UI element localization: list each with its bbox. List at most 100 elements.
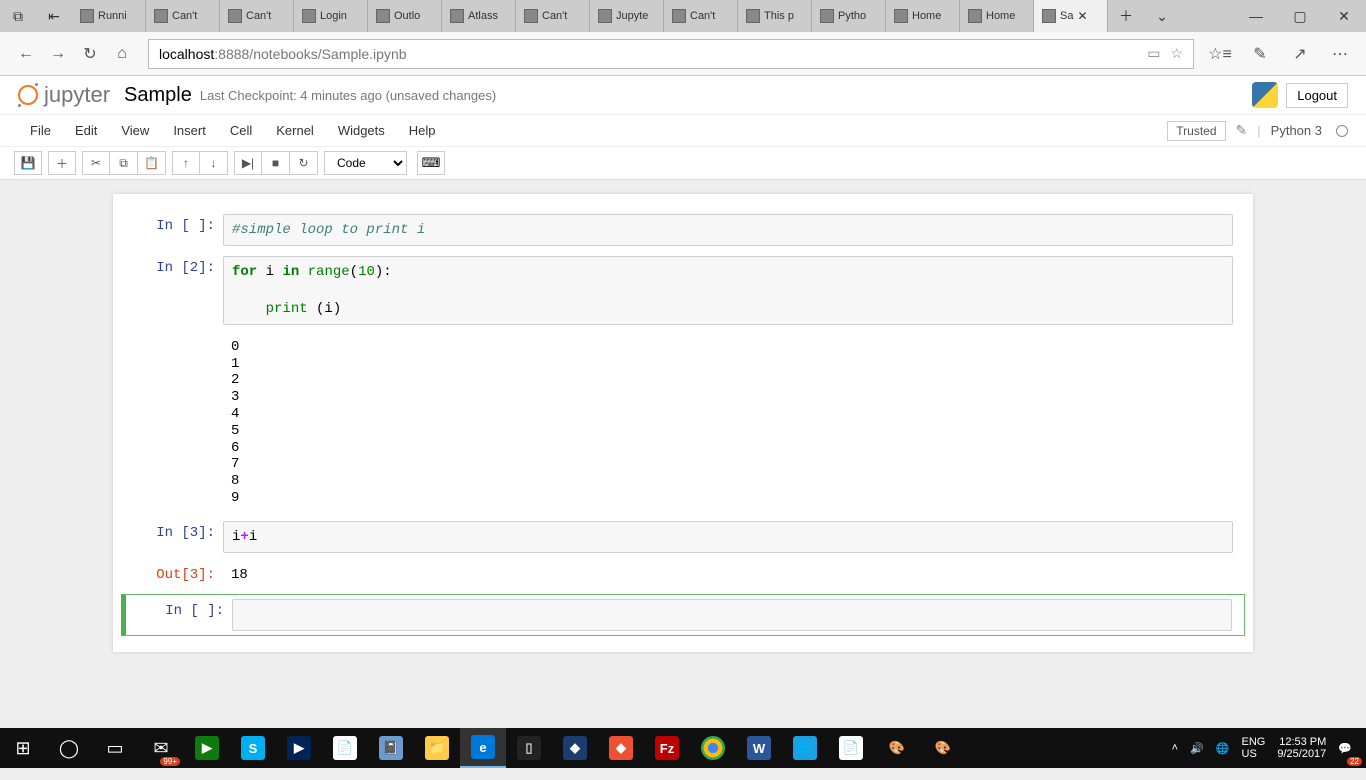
cut-button[interactable]: ✂ xyxy=(82,151,110,175)
refresh-button[interactable]: ↻ xyxy=(74,38,106,70)
save-button[interactable]: 💾 xyxy=(14,151,42,175)
close-window-button[interactable]: ✕ xyxy=(1322,0,1366,32)
file-explorer-icon[interactable]: 📁 xyxy=(414,728,460,768)
browser-tab[interactable]: Atlass xyxy=(442,0,516,32)
browser-tab[interactable]: Outlo xyxy=(368,0,442,32)
taskbar-app-1[interactable]: ▶ xyxy=(184,728,230,768)
notebook-cell[interactable]: In [ ]:#simple loop to print i xyxy=(113,210,1253,250)
taskbar-app-3[interactable]: 📄 xyxy=(828,728,874,768)
favorite-icon[interactable]: ☆ xyxy=(1170,45,1183,62)
browser-tab-strip: ⧉ ⇤ RunniCan'tCan'tLoginOutloAtlassCan't… xyxy=(0,0,1366,32)
network-icon[interactable]: 🌐 xyxy=(1210,742,1236,755)
add-cell-button[interactable]: ＋ xyxy=(48,151,76,175)
browser-tab[interactable]: Pytho xyxy=(812,0,886,32)
edit-metadata-icon[interactable]: ✎ xyxy=(1236,122,1248,139)
chrome-icon[interactable] xyxy=(690,728,736,768)
menu-cell[interactable]: Cell xyxy=(218,119,264,142)
show-hidden-icons[interactable]: ˄ xyxy=(1166,742,1184,754)
task-view-button[interactable]: ▭ xyxy=(92,728,138,768)
jupyter-logo-text: jupyter xyxy=(44,82,110,108)
run-button[interactable]: ▶| xyxy=(234,151,262,175)
home-button[interactable]: ⌂ xyxy=(106,38,138,70)
cortana-button[interactable]: ◯ xyxy=(46,728,92,768)
notebook-scroll-area[interactable]: In [ ]:#simple loop to print iIn [2]:for… xyxy=(0,180,1366,780)
mail-app-icon[interactable]: ✉99+ xyxy=(138,728,184,768)
copy-button[interactable]: ⧉ xyxy=(110,151,138,175)
input-prompt: In [ ]: xyxy=(132,599,232,631)
virtualbox-icon[interactable]: ◆ xyxy=(552,728,598,768)
browser-tab[interactable]: Can't xyxy=(220,0,294,32)
logout-button[interactable]: Logout xyxy=(1286,83,1348,108)
kernel-name[interactable]: Python 3 xyxy=(1271,123,1322,138)
stop-button[interactable]: ■ xyxy=(262,151,290,175)
back-button[interactable]: ← xyxy=(10,38,42,70)
kernel-indicator-icon xyxy=(1336,125,1348,137)
code-input[interactable] xyxy=(232,599,1232,631)
move-up-button[interactable]: ↑ xyxy=(172,151,200,175)
git-icon[interactable]: ◆ xyxy=(598,728,644,768)
tab-set-aside-icon[interactable]: ⇤ xyxy=(36,0,72,32)
sticky-notes-icon[interactable]: 📓 xyxy=(368,728,414,768)
notebook-cell[interactable]: In [3]:i+i xyxy=(113,517,1253,557)
browser-tab[interactable]: Can't xyxy=(664,0,738,32)
terminal-icon[interactable]: ▯ xyxy=(506,728,552,768)
close-tab-icon[interactable]: ✕ xyxy=(1077,9,1087,23)
menu-kernel[interactable]: Kernel xyxy=(264,119,326,142)
new-tab-button[interactable]: ＋ xyxy=(1108,0,1144,32)
code-input[interactable]: for i in range(10): print (i) xyxy=(223,256,1233,325)
notebook-title[interactable]: Sample xyxy=(124,84,192,107)
trusted-indicator[interactable]: Trusted xyxy=(1167,121,1225,141)
menu-edit[interactable]: Edit xyxy=(63,119,109,142)
taskbar-app-2[interactable]: 🌐 xyxy=(782,728,828,768)
jupyter-logo[interactable]: jupyter xyxy=(18,82,110,108)
browser-tab[interactable]: Login xyxy=(294,0,368,32)
move-down-button[interactable]: ↓ xyxy=(200,151,228,175)
browser-tab[interactable]: Sa✕ xyxy=(1034,0,1108,32)
clock[interactable]: 12:53 PM9/25/2017 xyxy=(1271,736,1332,760)
code-input[interactable]: i+i xyxy=(223,521,1233,553)
browser-tab[interactable]: Jupyte xyxy=(590,0,664,32)
skype-icon[interactable]: S xyxy=(230,728,276,768)
paste-button[interactable]: 📋 xyxy=(138,151,166,175)
notebook-cell[interactable]: In [ ]: xyxy=(121,594,1245,636)
notes-icon[interactable]: ✎ xyxy=(1244,38,1276,70)
filezilla-icon[interactable]: Fz xyxy=(644,728,690,768)
more-icon[interactable]: ⋯ xyxy=(1324,38,1356,70)
paint-icon[interactable]: 🎨 xyxy=(874,728,920,768)
menu-file[interactable]: File xyxy=(18,119,63,142)
tab-actions-icon[interactable]: ⧉ xyxy=(0,0,36,32)
command-palette-button[interactable]: ⌨ xyxy=(417,151,445,175)
word-icon[interactable]: W xyxy=(736,728,782,768)
forward-button[interactable]: → xyxy=(42,38,74,70)
start-button[interactable]: ⊞ xyxy=(0,728,46,768)
tab-dropdown-icon[interactable]: ⌄ xyxy=(1144,0,1180,32)
notepad-icon[interactable]: 📄 xyxy=(322,728,368,768)
cell-type-select[interactable]: Code xyxy=(324,151,407,175)
reading-view-icon[interactable]: ▭ xyxy=(1147,45,1160,62)
browser-tab[interactable]: Can't xyxy=(516,0,590,32)
minimize-button[interactable]: — xyxy=(1234,0,1278,32)
action-center-icon[interactable]: 💬22 xyxy=(1332,742,1358,755)
input-prompt: In [ ]: xyxy=(123,214,223,246)
browser-tab[interactable]: This p xyxy=(738,0,812,32)
menu-view[interactable]: View xyxy=(109,119,161,142)
browser-tab[interactable]: Home xyxy=(886,0,960,32)
maximize-button[interactable]: ▢ xyxy=(1278,0,1322,32)
language-indicator[interactable]: ENGUS xyxy=(1236,736,1272,760)
notebook-cell[interactable]: In [2]:for i in range(10): print (i) xyxy=(113,252,1253,329)
menu-help[interactable]: Help xyxy=(397,119,448,142)
favorites-hub-icon[interactable]: ☆≡ xyxy=(1204,38,1236,70)
edge-browser-icon[interactable]: e xyxy=(460,728,506,768)
browser-tab[interactable]: Can't xyxy=(146,0,220,32)
browser-tab[interactable]: Runni xyxy=(72,0,146,32)
code-input[interactable]: #simple loop to print i xyxy=(223,214,1233,246)
menu-insert[interactable]: Insert xyxy=(161,119,218,142)
share-icon[interactable]: ↗ xyxy=(1284,38,1316,70)
powershell-icon[interactable]: ▶ xyxy=(276,728,322,768)
address-bar[interactable]: localhost:8888/notebooks/Sample.ipynb ▭ … xyxy=(148,39,1194,69)
browser-tab[interactable]: Home xyxy=(960,0,1034,32)
taskbar-app-4[interactable]: 🎨 xyxy=(920,728,966,768)
menu-widgets[interactable]: Widgets xyxy=(326,119,397,142)
restart-button[interactable]: ↻ xyxy=(290,151,318,175)
volume-icon[interactable]: 🔊 xyxy=(1184,742,1210,755)
